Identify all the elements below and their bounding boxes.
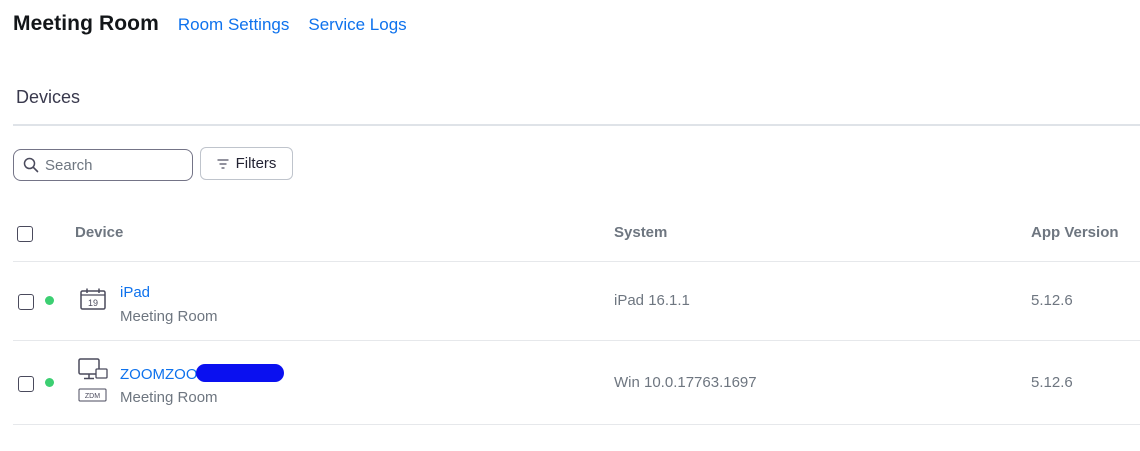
calendar-icon-text: 19 — [88, 298, 98, 308]
table-divider — [13, 261, 1140, 262]
filter-icon — [217, 158, 229, 169]
select-all-checkbox[interactable] — [17, 226, 33, 242]
search-icon — [23, 157, 39, 173]
row-checkbox[interactable] — [18, 294, 34, 310]
column-header-device[interactable]: Device — [75, 224, 123, 241]
service-logs-link[interactable]: Service Logs — [308, 15, 406, 35]
row-divider — [13, 340, 1140, 341]
filters-button[interactable]: Filters — [200, 147, 293, 180]
device-name-link[interactable]: ZOOMZOO — [120, 366, 198, 383]
column-header-system[interactable]: System — [614, 224, 667, 241]
status-online-dot — [45, 296, 54, 305]
section-divider — [13, 124, 1140, 126]
row-divider — [13, 424, 1140, 425]
search-box[interactable] — [13, 149, 193, 181]
page-header: Meeting Room Room Settings Service Logs — [13, 12, 407, 36]
calendar-icon: 19 — [80, 288, 106, 310]
status-online-dot — [45, 378, 54, 387]
monitor-icon: ZDM — [78, 358, 108, 402]
section-title: Devices — [16, 87, 81, 107]
page-title: Meeting Room — [13, 12, 159, 35]
column-header-app-version[interactable]: App Version — [1031, 224, 1119, 241]
device-type: Meeting Room — [120, 389, 218, 406]
redaction-mark — [196, 364, 284, 382]
device-app-version: 5.12.6 — [1031, 374, 1073, 391]
page: Meeting Room Room Settings Service Logs … — [0, 0, 1140, 451]
monitor-icon-text: ZDM — [85, 393, 100, 400]
device-type: Meeting Room — [120, 308, 218, 325]
filters-label: Filters — [235, 155, 277, 172]
search-input[interactable] — [45, 156, 185, 174]
device-system: iPad 16.1.1 — [614, 292, 690, 309]
room-settings-link[interactable]: Room Settings — [178, 15, 290, 35]
device-app-version: 5.12.6 — [1031, 292, 1073, 309]
device-system: Win 10.0.17763.1697 — [614, 374, 757, 391]
device-name-link[interactable]: iPad — [120, 284, 150, 301]
row-checkbox[interactable] — [18, 376, 34, 392]
